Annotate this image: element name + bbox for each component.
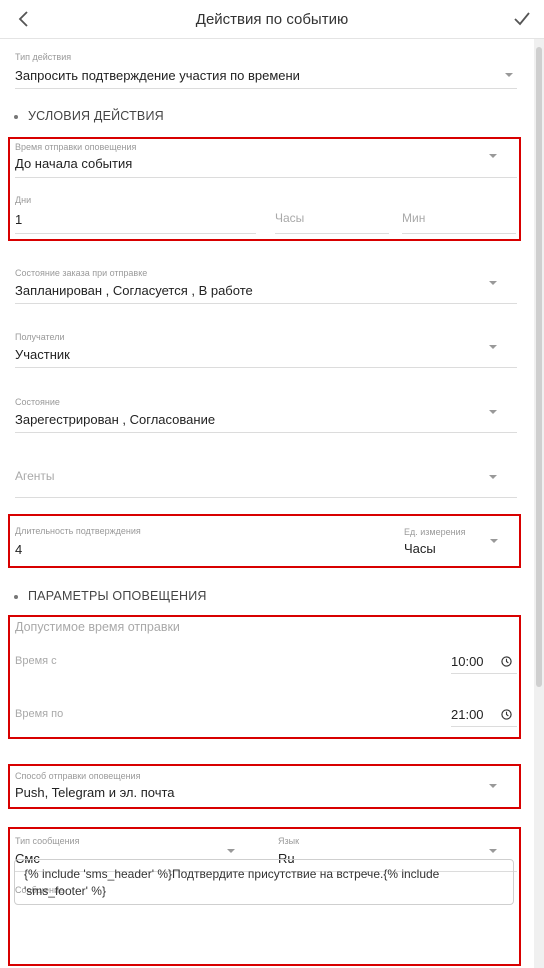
chevron-down-icon[interactable] xyxy=(227,849,235,853)
days-input[interactable]: Дни 1 xyxy=(15,195,256,234)
divider xyxy=(15,303,517,304)
minutes-input[interactable]: Мин xyxy=(402,195,516,234)
time-to-value[interactable]: 21:00 xyxy=(451,707,484,722)
bullet-icon xyxy=(14,594,18,599)
chevron-down-icon[interactable] xyxy=(489,784,497,788)
message-type-label: Тип сообщения xyxy=(15,836,80,846)
divider xyxy=(402,233,516,234)
chevron-down-icon[interactable] xyxy=(489,281,497,285)
scrollbar-thumb[interactable] xyxy=(536,47,542,687)
action-type-value: Запросить подтверждение участия по време… xyxy=(15,68,300,83)
clock-icon[interactable] xyxy=(501,656,512,667)
chevron-down-icon[interactable] xyxy=(490,539,498,543)
divider xyxy=(15,177,517,178)
action-type-label: Тип действия xyxy=(15,52,72,62)
duration-unit-select[interactable]: Ед. измерения Часы xyxy=(404,527,514,561)
recipients-select[interactable]: Получатели Участник xyxy=(15,332,517,368)
duration-unit-label: Ед. измерения xyxy=(404,527,466,537)
section-notification-params: ПАРАМЕТРЫ ОПОВЕЩЕНИЯ xyxy=(14,589,207,603)
chevron-down-icon[interactable] xyxy=(489,849,497,853)
top-app-bar: Действия по событию xyxy=(0,0,544,39)
recipients-label: Получатели xyxy=(15,332,65,342)
divider xyxy=(15,88,517,89)
section-notification-params-title: ПАРАМЕТРЫ ОПОВЕЩЕНИЯ xyxy=(28,589,207,603)
divider xyxy=(15,497,517,498)
section-conditions-title: УСЛОВИЯ ДЕЙСТВИЯ xyxy=(28,109,164,123)
check-icon[interactable] xyxy=(512,9,532,29)
state-value: Зарегестрирован , Согласование xyxy=(15,412,216,427)
confirm-duration-value: 4 xyxy=(15,542,23,557)
send-method-select[interactable]: Способ отправки оповещения Push, Telegra… xyxy=(15,771,517,801)
chevron-down-icon[interactable] xyxy=(505,73,513,77)
time-from-label: Время с xyxy=(15,655,57,667)
time-to-label: Время по xyxy=(15,708,64,720)
message-textarea[interactable]: {% include 'sms_header' %}Подтвердите пр… xyxy=(14,859,514,905)
state-label: Состояние xyxy=(15,397,60,407)
recipients-value: Участник xyxy=(15,347,70,362)
clock-icon[interactable] xyxy=(501,709,512,720)
state-select[interactable]: Состояние Зарегестрирован , Согласование xyxy=(15,397,517,433)
days-value: 1 xyxy=(15,212,23,227)
send-time-value: До начала события xyxy=(15,156,133,171)
send-time-label: Время отправки оповещения xyxy=(15,142,137,152)
page-title: Действия по событию xyxy=(195,11,349,28)
hours-placeholder: Часы xyxy=(275,211,305,225)
time-from-field[interactable]: Время с 10:00 xyxy=(15,650,517,674)
section-conditions: УСЛОВИЯ ДЕЙСТВИЯ xyxy=(14,109,164,123)
confirm-duration-input[interactable]: Длительность подтверждения 4 xyxy=(15,526,385,562)
hours-input[interactable]: Часы xyxy=(275,195,389,234)
send-method-label: Способ отправки оповещения xyxy=(15,771,141,781)
time-to-field[interactable]: Время по 21:00 xyxy=(15,703,517,727)
chevron-down-icon[interactable] xyxy=(489,410,497,414)
send-time-select[interactable]: Время отправки оповещения До начала собы… xyxy=(15,142,517,178)
confirm-duration-label: Длительность подтверждения xyxy=(15,526,141,536)
minutes-placeholder: Мин xyxy=(402,211,426,225)
divider xyxy=(451,673,517,674)
agents-select[interactable]: Агенты xyxy=(15,462,517,498)
allowed-time-title: Допустимое время отправки xyxy=(15,620,180,634)
chevron-down-icon[interactable] xyxy=(489,475,497,479)
duration-unit-value: Часы xyxy=(404,541,436,556)
scrollbar[interactable] xyxy=(534,39,544,968)
order-state-select[interactable]: Состояние заказа при отправке Запланиров… xyxy=(15,268,517,304)
days-label: Дни xyxy=(15,195,32,205)
time-from-value[interactable]: 10:00 xyxy=(451,654,484,669)
divider xyxy=(451,726,517,727)
divider xyxy=(15,432,517,433)
divider xyxy=(275,233,389,234)
language-label: Язык xyxy=(278,836,300,846)
form-content xyxy=(0,39,534,968)
order-state-label: Состояние заказа при отправке xyxy=(15,268,148,278)
order-state-value: Запланирован , Согласуется , В работе xyxy=(15,283,253,298)
chevron-down-icon[interactable] xyxy=(489,154,497,158)
divider xyxy=(15,233,256,234)
bullet-icon xyxy=(14,114,18,119)
send-method-value: Push, Telegram и эл. почта xyxy=(15,785,175,800)
divider xyxy=(15,367,517,368)
chevron-down-icon[interactable] xyxy=(489,345,497,349)
action-type-select[interactable]: Тип действия Запросить подтверждение уча… xyxy=(15,52,517,90)
agents-placeholder: Агенты xyxy=(15,469,55,483)
